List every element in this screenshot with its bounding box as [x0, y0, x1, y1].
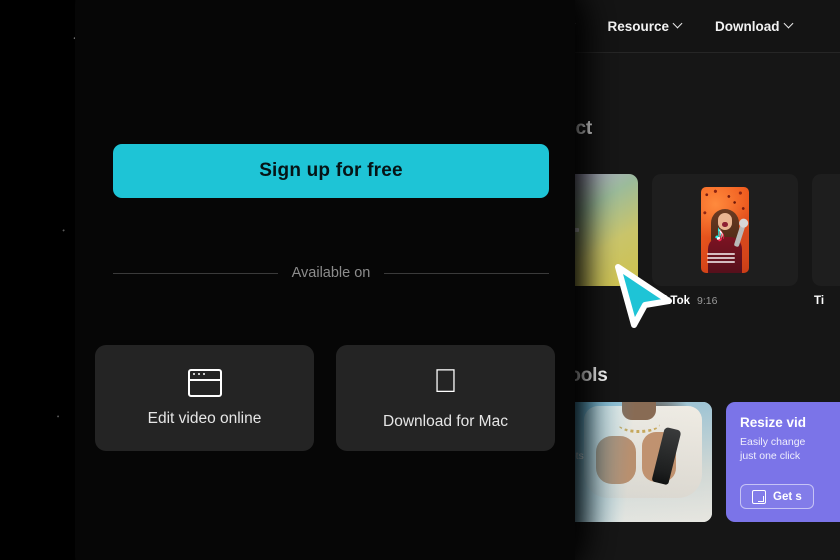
project-card-third[interactable]: Ti [812, 174, 840, 307]
tool-card-resize-video[interactable]: Resize vid Easily change just one click … [726, 402, 840, 522]
available-on-divider: Available on [113, 264, 549, 282]
project-card-tiktok[interactable]: ♪ TikTok 9:16 [652, 174, 798, 307]
nav-item-label: Download [715, 18, 780, 34]
download-options-row: Edit video online  Download for Mac [95, 345, 555, 451]
nav-item-label: Resource [607, 18, 670, 34]
get-started-button[interactable]: Get s [740, 484, 814, 509]
project-thumbnail[interactable]: ♪ [652, 174, 798, 286]
edit-video-online-button[interactable]: Edit video online [95, 345, 314, 451]
project-name: Ti [814, 295, 825, 307]
divider-line-left [113, 272, 278, 274]
chevron-down-icon [674, 20, 683, 29]
project-thumbnail[interactable] [812, 174, 840, 286]
caption-lines [707, 253, 735, 265]
apple-icon:  [431, 364, 461, 400]
tiktok-poster-image: ♪ [701, 187, 749, 273]
project-meta: Ti [812, 295, 840, 307]
divider-line-right [384, 272, 549, 274]
chevron-down-icon [785, 20, 794, 29]
browser-window-icon [187, 368, 222, 397]
tool-card-description: Easily change just one click [740, 436, 806, 462]
project-name: TikTok [654, 295, 690, 307]
project-meta: TikTok 9:16 [652, 295, 798, 307]
screenshot-root: ate Resource Download project [0, 0, 840, 560]
nav-item-download[interactable]: Download [715, 19, 794, 34]
download-for-mac-label: Download for Mac [383, 412, 508, 430]
get-started-label: Get s [773, 490, 802, 503]
nav-item-resource[interactable]: Resource [608, 19, 684, 34]
available-on-label: Available on [291, 265, 371, 281]
download-for-mac-button[interactable]:  Download for Mac [336, 345, 555, 451]
tiktok-logo-icon: ♪ [715, 224, 725, 245]
project-ratio: 9:16 [697, 295, 718, 307]
signup-overlay-panel: Sign up for free Available on Edit video… [75, 0, 575, 560]
sign-up-for-free-button[interactable]: Sign up for free [113, 144, 549, 198]
edit-video-online-label: Edit video online [147, 409, 262, 427]
resize-icon [752, 489, 766, 504]
tool-card-title: Resize vid [740, 415, 807, 430]
